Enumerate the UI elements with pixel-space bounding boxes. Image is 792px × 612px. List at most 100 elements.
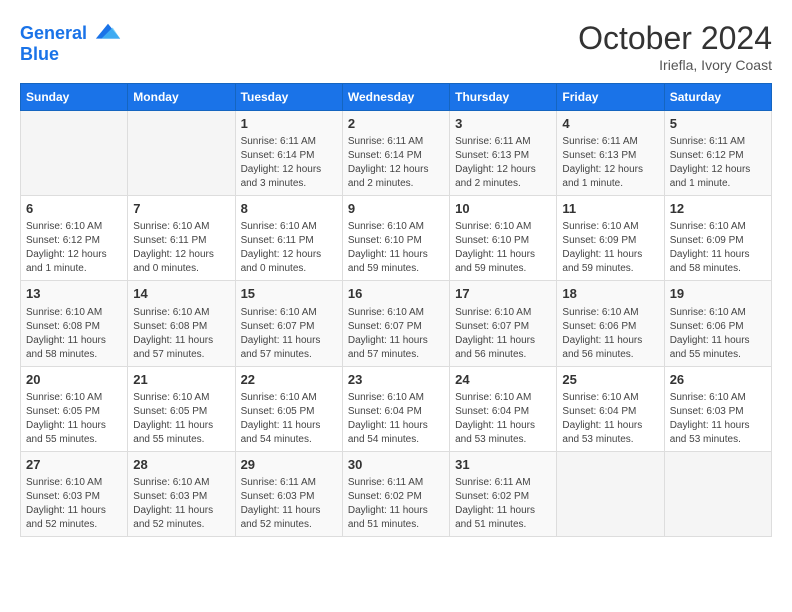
day-number: 26 — [670, 371, 766, 389]
calendar-cell: 15 Sunrise: 6:10 AMSunset: 6:07 PMDayligh… — [235, 281, 342, 366]
day-info: Sunrise: 6:10 AMSunset: 6:08 PMDaylight:… — [26, 306, 122, 362]
day-info: Sunrise: 6:10 AMSunset: 6:08 PMDaylight:… — [133, 306, 229, 362]
day-number: 8 — [241, 200, 337, 218]
day-info: Sunrise: 6:10 AMSunset: 6:12 PMDaylight:… — [26, 220, 122, 276]
day-number: 23 — [348, 371, 444, 389]
calendar-cell: 16Sunrise: 6:10 AMSunset: 6:07 PMDayligh… — [342, 281, 449, 366]
weekday-header: Saturday — [664, 84, 771, 111]
day-number: 27 — [26, 456, 122, 474]
calendar-cell: 11 Sunrise: 6:10 AMSunset: 6:09 PMDayligh… — [557, 196, 664, 281]
day-number: 13 — [26, 285, 122, 303]
calendar-week-row: 13 Sunrise: 6:10 AMSunset: 6:08 PMDayligh… — [21, 281, 772, 366]
calendar-cell: 17Sunrise: 6:10 AMSunset: 6:07 PMDayligh… — [450, 281, 557, 366]
day-info: Sunrise: 6:11 AMSunset: 6:02 PMDaylight:… — [455, 476, 551, 532]
calendar-cell: 4 Sunrise: 6:11 AMSunset: 6:13 PMDaylight… — [557, 111, 664, 196]
day-info: Sunrise: 6:11 AMSunset: 6:12 PMDaylight:… — [670, 135, 766, 191]
day-number: 3 — [455, 115, 551, 133]
weekday-header: Tuesday — [235, 84, 342, 111]
calendar-table: SundayMondayTuesdayWednesdayThursdayFrid… — [20, 83, 772, 537]
day-info: Sunrise: 6:10 AMSunset: 6:05 PMDaylight:… — [241, 391, 337, 447]
calendar-cell: 30 Sunrise: 6:11 AMSunset: 6:02 PMDayligh… — [342, 451, 449, 536]
day-info: Sunrise: 6:10 AMSunset: 6:10 PMDaylight:… — [348, 220, 444, 276]
day-number: 31 — [455, 456, 551, 474]
day-info: Sunrise: 6:11 AMSunset: 6:03 PMDaylight:… — [241, 476, 337, 532]
day-number: 15 — [241, 285, 337, 303]
calendar-cell: 31 Sunrise: 6:11 AMSunset: 6:02 PMDayligh… — [450, 451, 557, 536]
day-number: 7 — [133, 200, 229, 218]
day-info: Sunrise: 6:11 AMSunset: 6:14 PMDaylight:… — [348, 135, 444, 191]
day-number: 5 — [670, 115, 766, 133]
day-info: Sunrise: 6:10 AMSunset: 6:04 PMDaylight:… — [455, 391, 551, 447]
calendar-cell: 10Sunrise: 6:10 AMSunset: 6:10 PMDayligh… — [450, 196, 557, 281]
calendar-week-row: 27 Sunrise: 6:10 AMSunset: 6:03 PMDayligh… — [21, 451, 772, 536]
calendar-cell — [128, 111, 235, 196]
day-number: 9 — [348, 200, 444, 218]
day-number: 24 — [455, 371, 551, 389]
calendar-cell: 7Sunrise: 6:10 AMSunset: 6:11 PMDaylight… — [128, 196, 235, 281]
calendar-week-row: 1 Sunrise: 6:11 AMSunset: 6:14 PMDaylight… — [21, 111, 772, 196]
calendar-cell: 28 Sunrise: 6:10 AMSunset: 6:03 PMDayligh… — [128, 451, 235, 536]
day-info: Sunrise: 6:10 AMSunset: 6:07 PMDaylight:… — [348, 306, 444, 362]
calendar-cell: 18 Sunrise: 6:10 AMSunset: 6:06 PMDayligh… — [557, 281, 664, 366]
day-info: Sunrise: 6:11 AMSunset: 6:14 PMDaylight:… — [241, 135, 337, 191]
day-number: 12 — [670, 200, 766, 218]
calendar-cell: 25 Sunrise: 6:10 AMSunset: 6:04 PMDayligh… — [557, 366, 664, 451]
day-number: 30 — [348, 456, 444, 474]
day-info: Sunrise: 6:10 AMSunset: 6:07 PMDaylight:… — [241, 306, 337, 362]
calendar-cell: 19Sunrise: 6:10 AMSunset: 6:06 PMDayligh… — [664, 281, 771, 366]
calendar-cell: 6 Sunrise: 6:10 AMSunset: 6:12 PMDaylight… — [21, 196, 128, 281]
calendar-cell: 29 Sunrise: 6:11 AMSunset: 6:03 PMDayligh… — [235, 451, 342, 536]
calendar-week-row: 6 Sunrise: 6:10 AMSunset: 6:12 PMDaylight… — [21, 196, 772, 281]
day-number: 2 — [348, 115, 444, 133]
day-number: 25 — [562, 371, 658, 389]
day-number: 4 — [562, 115, 658, 133]
weekday-header: Wednesday — [342, 84, 449, 111]
calendar-cell — [21, 111, 128, 196]
calendar-cell: 20 Sunrise: 6:10 AMSunset: 6:05 PMDayligh… — [21, 366, 128, 451]
month-title: October 2024 — [578, 20, 772, 57]
calendar-cell: 26Sunrise: 6:10 AMSunset: 6:03 PMDayligh… — [664, 366, 771, 451]
calendar-cell — [557, 451, 664, 536]
day-number: 22 — [241, 371, 337, 389]
day-number: 11 — [562, 200, 658, 218]
logo: General Blue — [20, 20, 122, 65]
calendar-cell: 3 Sunrise: 6:11 AMSunset: 6:13 PMDaylight… — [450, 111, 557, 196]
day-number: 14 — [133, 285, 229, 303]
day-info: Sunrise: 6:10 AMSunset: 6:04 PMDaylight:… — [562, 391, 658, 447]
day-number: 28 — [133, 456, 229, 474]
calendar-cell — [664, 451, 771, 536]
calendar-cell: 12 Sunrise: 6:10 AMSunset: 6:09 PMDayligh… — [664, 196, 771, 281]
calendar-cell: 5 Sunrise: 6:11 AMSunset: 6:12 PMDaylight… — [664, 111, 771, 196]
day-number: 18 — [562, 285, 658, 303]
weekday-header: Thursday — [450, 84, 557, 111]
day-number: 29 — [241, 456, 337, 474]
calendar-cell: 24 Sunrise: 6:10 AMSunset: 6:04 PMDayligh… — [450, 366, 557, 451]
location: Iriefla, Ivory Coast — [578, 57, 772, 73]
day-info: Sunrise: 6:10 AMSunset: 6:03 PMDaylight:… — [133, 476, 229, 532]
day-info: Sunrise: 6:10 AMSunset: 6:05 PMDaylight:… — [26, 391, 122, 447]
day-info: Sunrise: 6:10 AMSunset: 6:05 PMDaylight:… — [133, 391, 229, 447]
day-number: 1 — [241, 115, 337, 133]
day-info: Sunrise: 6:10 AMSunset: 6:06 PMDaylight:… — [562, 306, 658, 362]
day-info: Sunrise: 6:11 AMSunset: 6:13 PMDaylight:… — [562, 135, 658, 191]
weekday-header: Sunday — [21, 84, 128, 111]
day-info: Sunrise: 6:10 AMSunset: 6:03 PMDaylight:… — [26, 476, 122, 532]
calendar-header-row: SundayMondayTuesdayWednesdayThursdayFrid… — [21, 84, 772, 111]
calendar-cell: 21 Sunrise: 6:10 AMSunset: 6:05 PMDayligh… — [128, 366, 235, 451]
day-info: Sunrise: 6:10 AMSunset: 6:10 PMDaylight:… — [455, 220, 551, 276]
day-number: 6 — [26, 200, 122, 218]
weekday-header: Friday — [557, 84, 664, 111]
day-number: 20 — [26, 371, 122, 389]
day-info: Sunrise: 6:11 AMSunset: 6:02 PMDaylight:… — [348, 476, 444, 532]
day-number: 19 — [670, 285, 766, 303]
day-info: Sunrise: 6:11 AMSunset: 6:13 PMDaylight:… — [455, 135, 551, 191]
calendar-cell: 13 Sunrise: 6:10 AMSunset: 6:08 PMDayligh… — [21, 281, 128, 366]
day-info: Sunrise: 6:10 AMSunset: 6:09 PMDaylight:… — [562, 220, 658, 276]
day-info: Sunrise: 6:10 AMSunset: 6:04 PMDaylight:… — [348, 391, 444, 447]
title-area: October 2024 Iriefla, Ivory Coast — [578, 20, 772, 73]
calendar-week-row: 20 Sunrise: 6:10 AMSunset: 6:05 PMDayligh… — [21, 366, 772, 451]
calendar-cell: 14 Sunrise: 6:10 AMSunset: 6:08 PMDayligh… — [128, 281, 235, 366]
day-number: 21 — [133, 371, 229, 389]
day-info: Sunrise: 6:10 AMSunset: 6:11 PMDaylight:… — [241, 220, 337, 276]
day-info: Sunrise: 6:10 AMSunset: 6:09 PMDaylight:… — [670, 220, 766, 276]
